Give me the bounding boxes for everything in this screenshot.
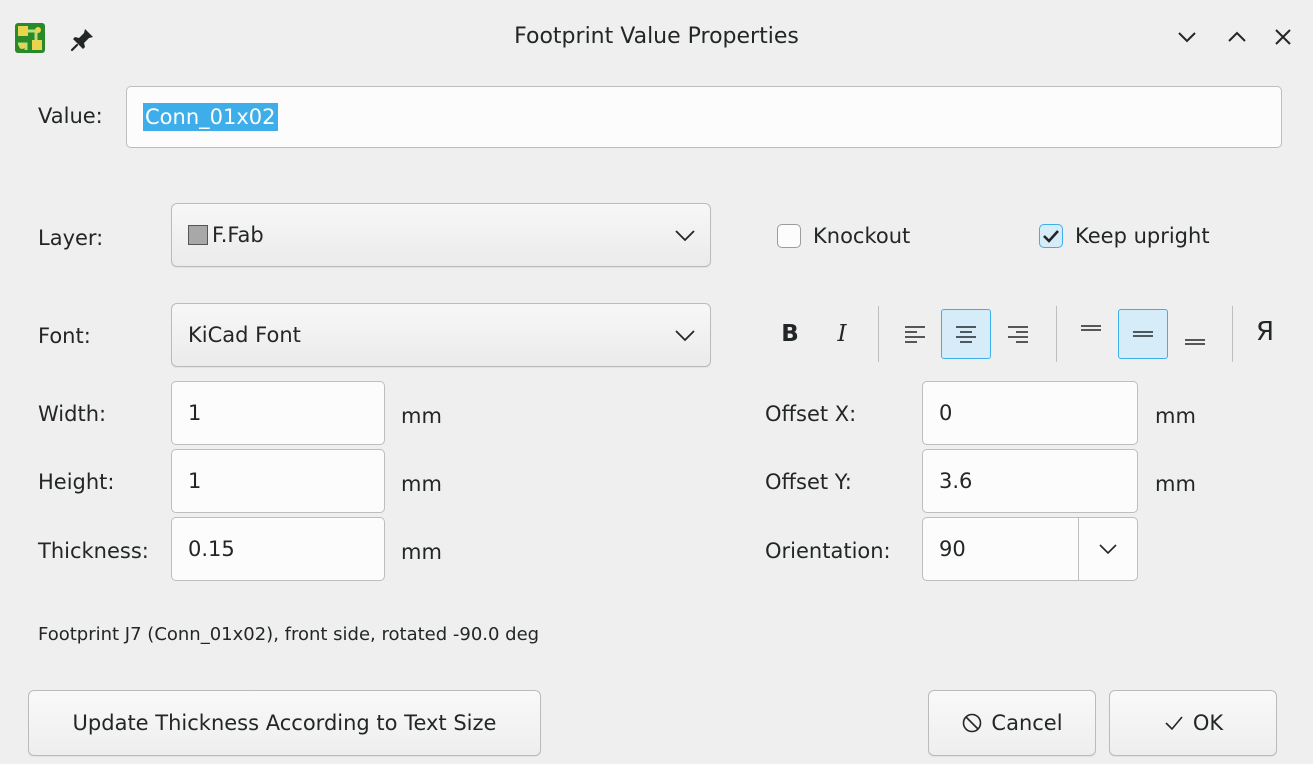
chevron-up-icon <box>1228 31 1246 42</box>
update-thickness-button[interactable]: Update Thickness According to Text Size <box>28 690 541 756</box>
align-right-icon <box>1008 326 1028 343</box>
font-select[interactable]: KiCad Font <box>171 303 711 367</box>
ok-button[interactable]: OK <box>1109 690 1277 756</box>
italic-button[interactable]: I <box>817 309 867 359</box>
window-title: Footprint Value Properties <box>514 24 799 49</box>
offset-y-input[interactable]: 3.6 <box>922 449 1138 513</box>
minimize-button[interactable] <box>1172 22 1202 52</box>
thickness-input[interactable]: 0.15 <box>171 517 385 581</box>
checkmark-icon <box>1165 716 1183 731</box>
update-thickness-label: Update Thickness According to Text Size <box>72 711 497 735</box>
height-value: 1 <box>188 469 202 493</box>
chevron-down-icon <box>675 330 695 342</box>
valign-bottom-button[interactable] <box>1170 309 1220 359</box>
offset-x-unit: mm <box>1155 404 1196 428</box>
bold-icon: B <box>781 321 799 347</box>
layer-select[interactable]: F.Fab <box>171 203 711 267</box>
align-left-button[interactable] <box>890 309 940 359</box>
valign-center-icon <box>1133 331 1153 337</box>
cancel-button[interactable]: Cancel <box>928 690 1096 756</box>
keep-upright-label: Keep upright <box>1075 224 1210 248</box>
knockout-checkbox[interactable] <box>777 224 801 248</box>
toolbar-separator <box>1056 306 1057 362</box>
align-center-icon <box>956 326 976 343</box>
thickness-unit: mm <box>401 540 442 564</box>
value-label: Value: <box>38 104 103 128</box>
close-icon <box>1275 29 1291 45</box>
valign-bottom-icon <box>1185 339 1205 345</box>
thickness-label: Thickness: <box>38 539 149 563</box>
offset-x-label: Offset X: <box>765 402 857 426</box>
align-left-icon <box>905 326 925 343</box>
chevron-down-icon <box>1099 544 1117 555</box>
height-label: Height: <box>38 470 115 494</box>
offset-x-input[interactable]: 0 <box>922 381 1138 445</box>
height-unit: mm <box>401 472 442 496</box>
valign-center-button[interactable] <box>1118 309 1168 359</box>
chevron-down-icon <box>675 230 695 242</box>
valign-top-button[interactable] <box>1066 309 1116 359</box>
checkmark-icon <box>1043 230 1059 243</box>
bold-button[interactable]: B <box>765 309 815 359</box>
align-right-button[interactable] <box>993 309 1043 359</box>
keep-upright-checkbox[interactable] <box>1039 224 1063 248</box>
width-unit: mm <box>401 404 442 428</box>
layer-value: F.Fab <box>212 223 264 247</box>
layer-label: Layer: <box>38 226 104 250</box>
cancel-label: Cancel <box>991 711 1063 735</box>
align-center-button[interactable] <box>941 309 991 359</box>
offset-y-label: Offset Y: <box>765 470 852 494</box>
height-input[interactable]: 1 <box>171 449 385 513</box>
width-value: 1 <box>188 401 202 425</box>
title-bar: Footprint Value Properties <box>0 0 1313 78</box>
mirror-button[interactable]: Я <box>1240 307 1290 357</box>
ok-label: OK <box>1192 711 1224 735</box>
offset-y-unit: mm <box>1155 472 1196 496</box>
font-value: KiCad Font <box>188 323 301 347</box>
value-text: Conn_01x02 <box>143 103 278 131</box>
orientation-dropdown-button[interactable] <box>1078 518 1137 580</box>
close-button[interactable] <box>1268 22 1298 52</box>
width-input[interactable]: 1 <box>171 381 385 445</box>
mirror-icon: Я <box>1255 317 1275 347</box>
orientation-combo[interactable]: 90 <box>922 517 1138 581</box>
thickness-value: 0.15 <box>188 537 235 561</box>
valign-top-icon <box>1081 325 1101 331</box>
toolbar-separator <box>1232 306 1233 362</box>
chevron-down-icon <box>1178 32 1196 43</box>
value-input[interactable]: Conn_01x02 <box>126 86 1282 148</box>
status-text: Footprint J7 (Conn_01x02), front side, r… <box>38 624 540 645</box>
italic-icon: I <box>837 321 847 347</box>
orientation-label: Orientation: <box>765 539 891 563</box>
cancel-icon <box>963 713 982 733</box>
orientation-value: 90 <box>939 537 966 561</box>
layer-swatch <box>188 225 208 245</box>
toolbar-separator <box>878 306 879 362</box>
font-label: Font: <box>38 324 91 348</box>
maximize-button[interactable] <box>1222 22 1252 52</box>
width-label: Width: <box>38 402 107 426</box>
dialog-window: Footprint Value Properties Value: Conn_0… <box>0 0 1313 764</box>
offset-y-value: 3.6 <box>939 469 973 493</box>
knockout-label: Knockout <box>813 224 911 248</box>
offset-x-value: 0 <box>939 401 953 425</box>
